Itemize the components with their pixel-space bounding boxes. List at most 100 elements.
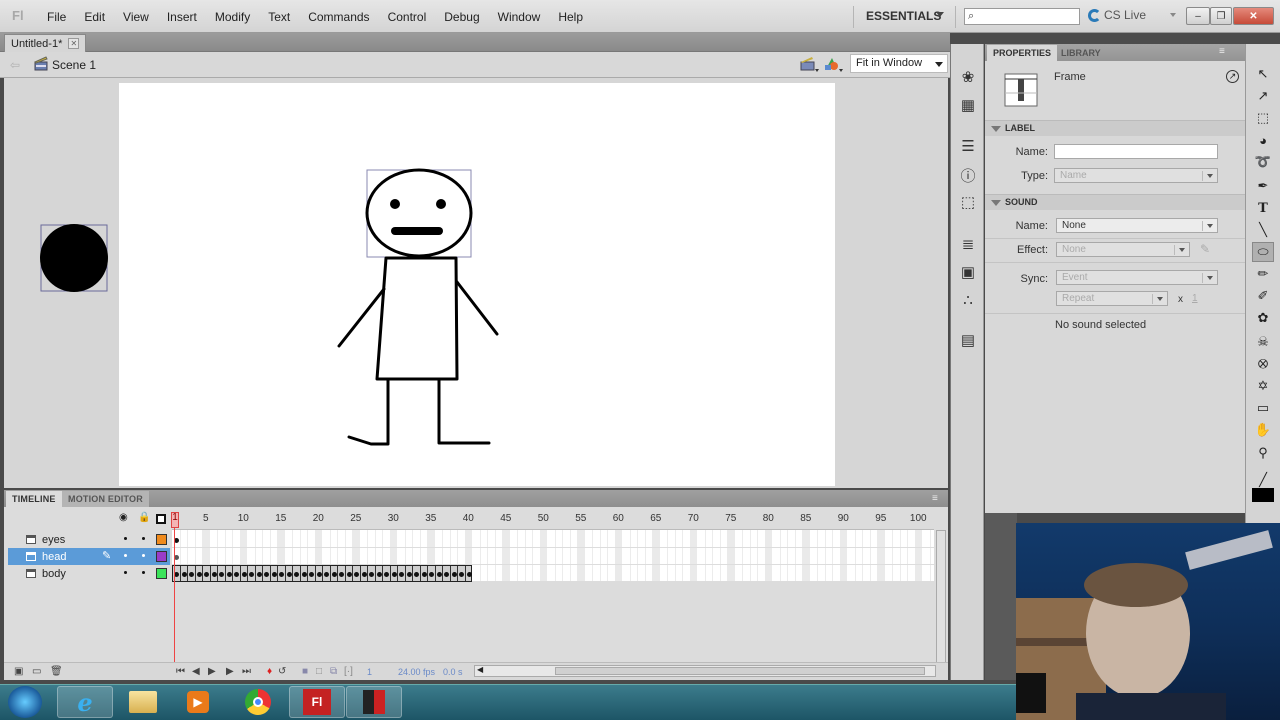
delete-layer-icon[interactable]: 🗑 (50, 666, 63, 677)
visibility-toggle[interactable] (124, 571, 127, 574)
label-section-header[interactable]: LABEL (985, 120, 1245, 136)
keyframe[interactable] (211, 572, 217, 577)
sound-section-header[interactable]: SOUND (985, 194, 1245, 210)
layer-name[interactable]: head (42, 551, 66, 563)
keyframe[interactable] (361, 572, 367, 577)
go-to-first-frame-icon[interactable]: ⏮ (176, 666, 185, 677)
offstage-circle[interactable] (40, 224, 108, 292)
go-to-last-frame-icon[interactable]: ⏭ (242, 666, 251, 677)
color-swatches-icon[interactable]: ❀ (958, 68, 978, 86)
label-type-select[interactable]: Name (1054, 168, 1218, 183)
free-transform-tool-icon[interactable]: ⬚ (1252, 108, 1274, 128)
taskbar-recorder[interactable] (346, 686, 402, 718)
keyframe[interactable] (204, 572, 209, 577)
fps-readout[interactable]: 24.00 fps (398, 667, 435, 677)
keyframe[interactable] (429, 572, 434, 577)
visibility-toggle[interactable] (124, 554, 127, 557)
panel-menu-icon[interactable]: ≡ (1219, 46, 1225, 57)
onion-skin-icon[interactable]: ■ (302, 666, 308, 677)
tab-properties[interactable]: PROPERTIES (987, 45, 1058, 61)
deco-tool-icon[interactable]: ✿ (1252, 308, 1274, 328)
keyframe[interactable] (316, 572, 322, 577)
chevron-down-icon[interactable] (1170, 13, 1176, 17)
taskbar-flash[interactable]: Fl (289, 686, 345, 718)
edit-multiple-frames-icon[interactable]: ⧉ (330, 666, 337, 677)
tab-library[interactable]: LIBRARY (1055, 45, 1107, 61)
keyframe[interactable] (241, 572, 247, 577)
effect-select[interactable]: None (1056, 242, 1190, 257)
start-button[interactable] (8, 686, 42, 718)
swatches-grid-icon[interactable]: ▦ (958, 96, 978, 114)
minimize-button[interactable]: – (1186, 7, 1210, 25)
info-icon[interactable]: ⓘ (958, 165, 978, 185)
keyframe[interactable] (294, 572, 299, 577)
lock-toggle[interactable] (142, 554, 145, 557)
hand-tool-icon[interactable]: ✋ (1252, 420, 1274, 440)
layer-name[interactable]: eyes (42, 534, 65, 546)
play-icon[interactable]: ▶ (208, 666, 216, 677)
lasso-tool-icon[interactable]: ➰ (1252, 152, 1274, 172)
bone-tool-icon[interactable]: ☠ (1252, 332, 1274, 352)
keyframe[interactable] (279, 572, 284, 577)
layer-row-head[interactable]: head ✎ (8, 548, 170, 565)
keyframe[interactable] (346, 572, 352, 577)
step-back-icon[interactable]: ◀ (192, 666, 200, 677)
keyframe[interactable] (324, 572, 329, 577)
panel-menu-icon[interactable]: ≡ (932, 493, 938, 504)
eraser-tool-icon[interactable]: ▭ (1252, 398, 1274, 418)
new-folder-icon[interactable]: ▭ (32, 666, 41, 677)
keyframe[interactable] (384, 572, 389, 577)
outline-all-icon[interactable] (156, 514, 166, 524)
scroll-left-icon[interactable]: ◀ (477, 665, 483, 674)
layer-row-eyes[interactable]: eyes (8, 531, 170, 548)
body-shape[interactable] (337, 256, 499, 446)
layer-outline-color[interactable] (156, 534, 167, 545)
keyframe[interactable] (406, 572, 412, 577)
brush-tool-icon[interactable]: ✐ (1252, 286, 1274, 306)
text-tool-icon[interactable]: T (1252, 198, 1274, 218)
taskbar-explorer[interactable] (115, 686, 171, 718)
frame-label-input[interactable] (1054, 144, 1218, 159)
tab-timeline[interactable]: TIMELINE (6, 491, 62, 507)
pencil-tool-icon[interactable]: ✏ (1252, 264, 1274, 284)
layer-name[interactable]: body (42, 568, 66, 580)
lock-all-icon[interactable]: 🔒 (138, 512, 150, 523)
transform-icon[interactable]: ⬚ (958, 193, 978, 211)
code-snippets-icon[interactable]: ≣ (958, 235, 978, 253)
sync-select[interactable]: Event (1056, 270, 1218, 285)
keyframe[interactable] (459, 572, 464, 577)
keyframe[interactable] (189, 572, 194, 577)
keyframe[interactable] (436, 572, 442, 577)
restore-button[interactable]: ❐ (1210, 7, 1232, 25)
layer-row-body[interactable]: body (8, 565, 170, 582)
current-frame-readout[interactable]: 1 (367, 667, 372, 677)
keyframe[interactable] (234, 572, 239, 577)
components-icon[interactable]: ▣ (958, 263, 978, 281)
fill-color-icon[interactable]: ■ (1252, 488, 1274, 503)
keyframe[interactable] (309, 572, 314, 577)
help-search-input[interactable]: ⌕ (964, 8, 1080, 25)
taskbar-media-player[interactable]: ▶ (170, 686, 226, 718)
zoom-tool-icon[interactable]: ⚲ (1252, 443, 1274, 463)
layer-outline-color[interactable] (156, 551, 167, 562)
taskbar-internet-explorer[interactable]: e (57, 686, 113, 718)
modify-onion-markers-icon[interactable]: [·] (344, 666, 353, 677)
head-shape[interactable] (365, 168, 473, 258)
external-link-icon[interactable]: ↗ (1226, 70, 1239, 83)
tab-motion-editor[interactable]: MOTION EDITOR (62, 491, 149, 507)
keyframe[interactable] (414, 572, 419, 577)
keyframe[interactable] (466, 572, 472, 577)
eyedropper-tool-icon[interactable]: ✡ (1252, 376, 1274, 396)
keyframe[interactable] (339, 572, 344, 577)
elapsed-time-readout[interactable]: 0.0 s (443, 667, 463, 677)
keyframe[interactable] (451, 572, 457, 577)
timeline-vertical-scrollbar[interactable] (936, 530, 946, 665)
scroll-thumb[interactable] (555, 667, 925, 675)
keyframe[interactable] (226, 572, 232, 577)
keyframe[interactable] (256, 572, 262, 577)
paint-bucket-tool-icon[interactable]: ⭙ (1252, 354, 1274, 374)
oval-tool-icon[interactable]: ⬭ (1252, 242, 1274, 262)
keyframe[interactable] (354, 572, 359, 577)
align-icon[interactable]: ☰ (958, 137, 978, 155)
close-button[interactable]: ✕ (1233, 7, 1274, 25)
